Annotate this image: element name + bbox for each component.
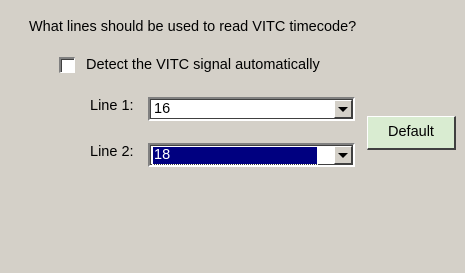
detect-vitc-label[interactable]: Detect the VITC signal automatically bbox=[86, 57, 320, 73]
line1-dropdown-button[interactable] bbox=[334, 100, 352, 118]
detect-vitc-checkbox[interactable] bbox=[59, 57, 75, 73]
vitc-lines-prompt: What lines should be used to read VITC t… bbox=[29, 19, 357, 35]
chevron-down-icon bbox=[338, 106, 348, 112]
chevron-down-icon bbox=[338, 152, 348, 158]
detect-vitc-row[interactable]: Detect the VITC signal automatically bbox=[59, 57, 320, 73]
line1-value: 16 bbox=[154, 101, 171, 117]
default-button[interactable]: Default bbox=[367, 116, 456, 150]
line1-label: Line 1: bbox=[90, 98, 134, 114]
line1-select[interactable]: 16 bbox=[148, 97, 355, 121]
line2-value: 18 bbox=[152, 146, 318, 165]
line2-dropdown-button[interactable] bbox=[334, 146, 352, 164]
line2-label: Line 2: bbox=[90, 144, 134, 160]
line2-select[interactable]: 18 bbox=[148, 143, 355, 167]
